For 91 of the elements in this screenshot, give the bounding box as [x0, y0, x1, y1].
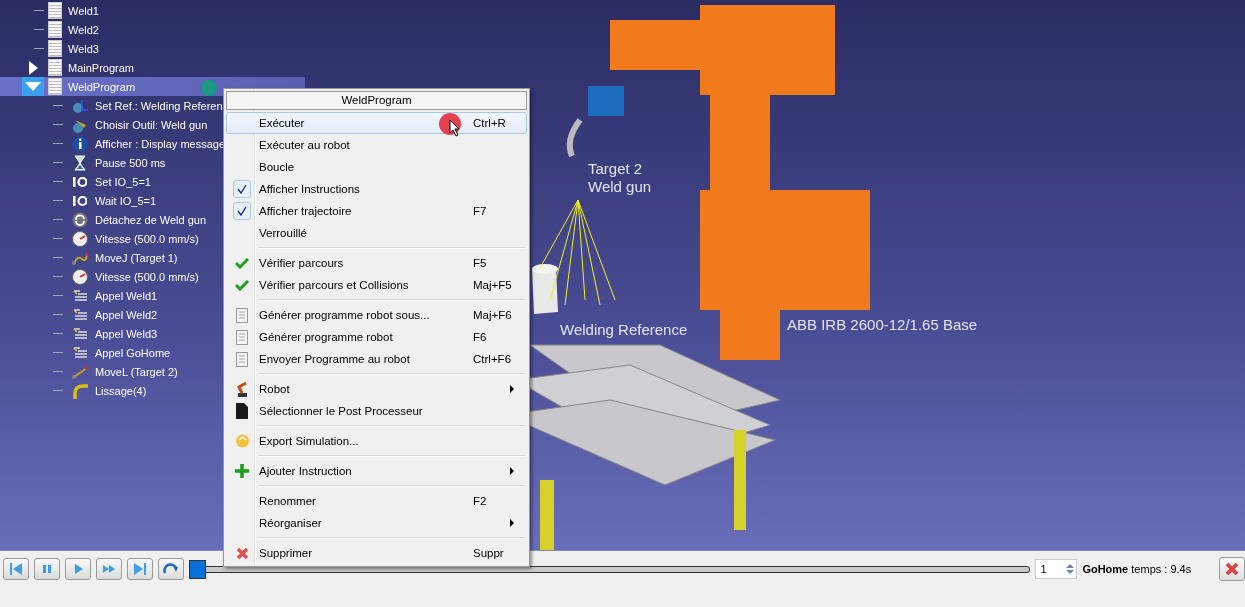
- call-list-icon: [72, 307, 88, 322]
- gauge-icon: [72, 268, 88, 285]
- menu-item[interactable]: Exécuter au robot: [226, 134, 527, 156]
- menu-item[interactable]: Envoyer Programme au robot Ctrl+F6: [226, 348, 527, 370]
- menu-item[interactable]: Générer programme robot F6: [226, 326, 527, 348]
- call-list-icon: [72, 345, 88, 360]
- playback-button[interactable]: [95, 558, 122, 580]
- tree-item[interactable]: Appel GoHome: [0, 343, 171, 362]
- curve-icon: [72, 382, 88, 399]
- menu-item[interactable]: Ajouter Instruction: [226, 460, 527, 482]
- timeline-slider[interactable]: [188, 559, 1031, 579]
- robot-arm-icon: [236, 381, 248, 397]
- hourglass-icon: [74, 154, 86, 171]
- scene-label: Target 2: [588, 160, 643, 177]
- plus-icon: [235, 464, 249, 478]
- skip-back-icon: [8, 562, 23, 576]
- info-icon: [72, 135, 88, 152]
- document-icon: [48, 78, 62, 95]
- call-list-icon: [72, 288, 88, 303]
- fast-forward-icon: [101, 562, 116, 576]
- document-icon: [48, 40, 62, 57]
- simulation-time-text: GoHome temps : 9.4s: [1082, 563, 1193, 575]
- checkmark-icon: [235, 279, 249, 291]
- tree-item[interactable]: Vitesse (500.0 mm/s): [0, 267, 199, 286]
- close-icon: [1225, 562, 1240, 576]
- tree-item[interactable]: Set Ref.: Welding Referen: [0, 96, 223, 115]
- joint-move-icon: [72, 250, 88, 265]
- playback-button[interactable]: [33, 558, 60, 580]
- menu-title: WeldProgram: [226, 91, 527, 110]
- slider-thumb[interactable]: [188, 559, 206, 579]
- tree-item[interactable]: Weld3: [0, 39, 305, 58]
- io-icon: [73, 194, 87, 207]
- menu-item[interactable]: Vérifier parcours F5: [226, 252, 527, 274]
- menu-item[interactable]: Réorganiser: [226, 512, 527, 534]
- menu-item[interactable]: Sélectionner le Post Processeur: [226, 400, 527, 422]
- call-list-icon: [72, 326, 88, 341]
- io-icon: [73, 175, 87, 188]
- menu-item[interactable]: Export Simulation...: [226, 430, 527, 452]
- document-icon: [48, 59, 62, 76]
- file-icon: [236, 403, 248, 419]
- checkmark-icon: [233, 202, 251, 220]
- redo-icon: [162, 562, 179, 576]
- frame-icon: [72, 97, 88, 114]
- skip-forward-icon: [132, 562, 147, 576]
- export-icon: [234, 434, 250, 448]
- playback-button[interactable]: [3, 558, 29, 580]
- document-icon: [236, 329, 248, 345]
- tree-item[interactable]: Choisir Outil: Weld gun: [0, 115, 208, 134]
- menu-item[interactable]: Afficher trajectoire F7: [226, 200, 527, 222]
- menu-item[interactable]: Supprimer Suppr: [226, 542, 527, 564]
- document-icon: [48, 21, 62, 38]
- menu-item[interactable]: Verrouillé: [226, 222, 527, 244]
- tree-item[interactable]: Pause 500 ms: [0, 153, 166, 172]
- tree-item[interactable]: Weld1: [0, 1, 305, 20]
- menu-item[interactable]: Vérifier parcours et Collisions Maj+F5: [226, 274, 527, 296]
- menu-item[interactable]: Renommer F2: [226, 490, 527, 512]
- scene-label: Weld gun: [588, 178, 652, 195]
- tree-item[interactable]: MoveL (Target 2): [0, 362, 178, 381]
- close-button[interactable]: [1219, 557, 1245, 581]
- refresh-icon: [72, 211, 88, 228]
- tree-item[interactable]: Détachez de Weld gun: [0, 210, 207, 229]
- gauge-icon: [72, 230, 88, 247]
- tree-item[interactable]: Appel Weld3: [0, 324, 158, 343]
- checkmark-icon: [233, 180, 251, 198]
- playback-button[interactable]: [157, 558, 184, 580]
- mouse-pointer-icon: [449, 119, 461, 137]
- tree-item[interactable]: Appel Weld1: [0, 286, 158, 305]
- tree-item[interactable]: Weld2: [0, 20, 305, 39]
- document-icon: [236, 307, 248, 323]
- linear-move-icon: [72, 364, 88, 379]
- tree-item[interactable]: MoveJ (Target 1): [0, 248, 178, 267]
- playback-button[interactable]: [126, 558, 153, 580]
- delete-icon: [235, 546, 249, 560]
- menu-item[interactable]: Robot: [226, 378, 527, 400]
- tree-item[interactable]: Appel Weld2: [0, 305, 158, 324]
- tree-item[interactable]: Lissage(4): [0, 381, 147, 400]
- speed-spinbox[interactable]: 1: [1035, 559, 1078, 579]
- tree-item[interactable]: Afficher : Display message: [0, 134, 226, 153]
- scene-label: Welding Reference: [560, 321, 688, 338]
- tree-item[interactable]: Set IO_5=1: [0, 172, 151, 191]
- document-icon: [236, 351, 248, 367]
- scene-label: ABB IRB 2600-12/1.65 Base: [787, 316, 978, 333]
- menu-item[interactable]: Exécuter Ctrl+R: [226, 112, 527, 134]
- menu-item[interactable]: Boucle: [226, 156, 527, 178]
- tree-item[interactable]: Wait IO_5=1: [0, 191, 157, 210]
- checkmark-icon: [235, 257, 249, 269]
- menu-item[interactable]: Afficher Instructions: [226, 178, 527, 200]
- tree-item[interactable]: Vitesse (500.0 mm/s): [0, 229, 199, 248]
- document-icon: [48, 2, 62, 19]
- playback-button[interactable]: [64, 558, 91, 580]
- menu-item[interactable]: Générer programme robot sous... Maj+F6: [226, 304, 527, 326]
